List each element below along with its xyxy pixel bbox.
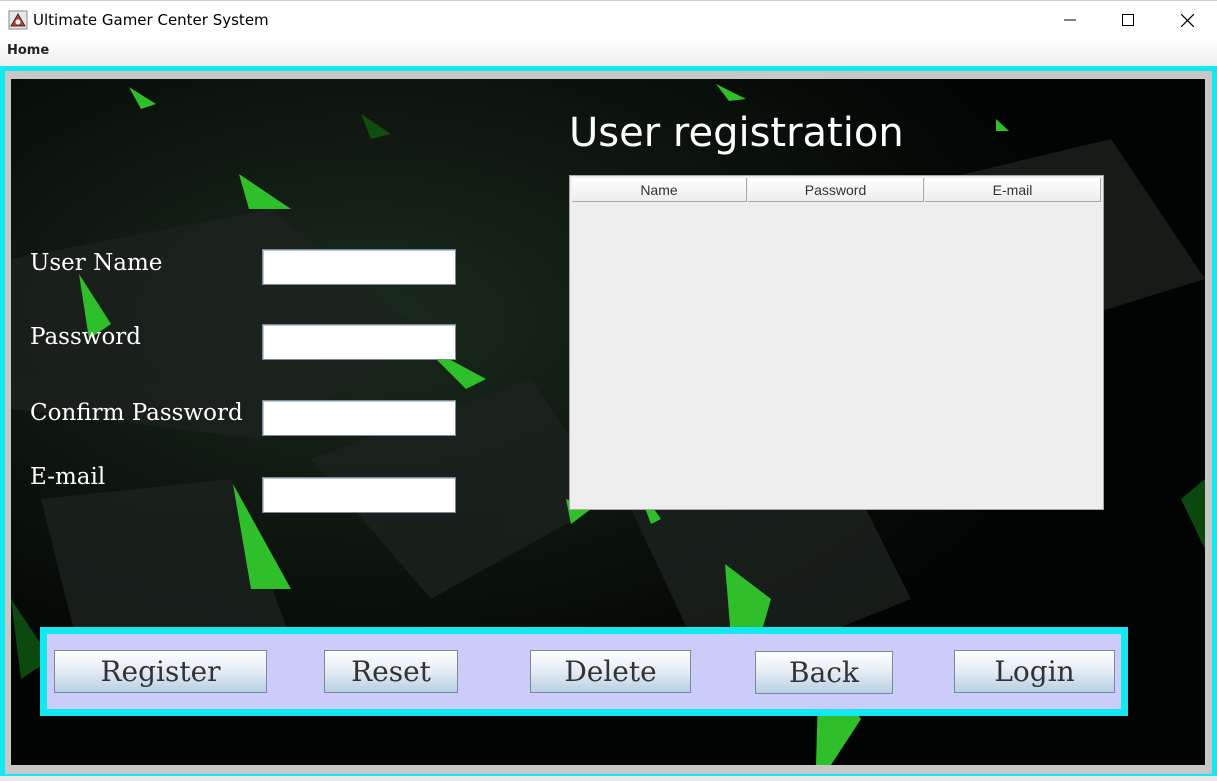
page-title: User registration — [569, 110, 904, 156]
minimize-icon — [1064, 19, 1076, 21]
app-icon — [8, 10, 28, 30]
login-button[interactable]: Login — [954, 650, 1115, 693]
email-label: E-mail — [30, 464, 106, 490]
password-input[interactable] — [262, 324, 456, 360]
window-title: Ultimate Gamer Center System — [33, 11, 269, 29]
title-bar: Ultimate Gamer Center System — [0, 0, 1217, 39]
maximize-button[interactable] — [1099, 1, 1157, 39]
register-button[interactable]: Register — [54, 650, 267, 693]
email-input[interactable] — [262, 477, 456, 513]
column-header-password[interactable]: Password — [748, 178, 924, 202]
username-label: User Name — [30, 250, 163, 276]
menu-bar: Home — [0, 38, 1217, 66]
password-label: Password — [30, 324, 142, 350]
menu-item-home[interactable]: Home — [7, 43, 49, 58]
confirm-password-label: Confirm Password — [30, 400, 243, 426]
table-header: Name Password E-mail — [572, 178, 1102, 202]
close-button[interactable] — [1158, 1, 1216, 39]
minimize-button[interactable] — [1041, 1, 1099, 39]
column-header-name[interactable]: Name — [572, 178, 747, 202]
back-button[interactable]: Back — [755, 651, 893, 694]
delete-button[interactable]: Delete — [530, 650, 691, 693]
reset-button[interactable]: Reset — [324, 650, 458, 693]
username-input[interactable] — [262, 249, 456, 285]
close-icon — [1180, 13, 1194, 27]
column-header-email[interactable]: E-mail — [925, 178, 1101, 202]
maximize-icon — [1122, 14, 1134, 26]
confirm-password-input[interactable] — [262, 400, 456, 436]
bottom-edge — [0, 776, 1217, 781]
users-table[interactable]: Name Password E-mail — [569, 175, 1104, 510]
